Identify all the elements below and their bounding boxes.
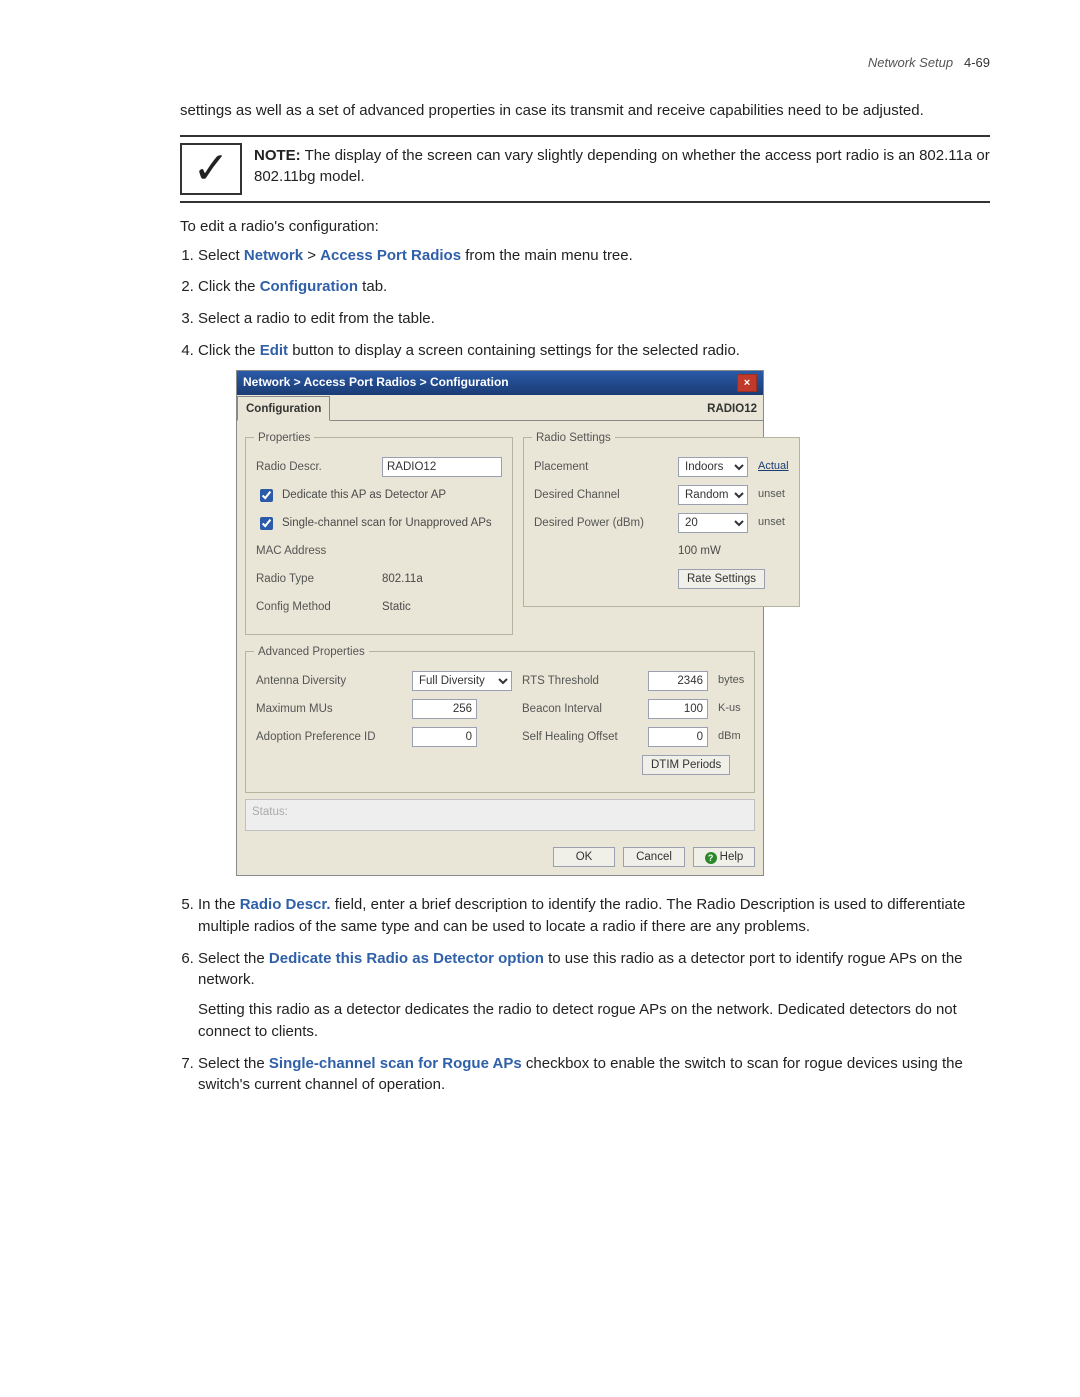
antenna-diversity-select[interactable]: Full Diversity <box>412 671 512 691</box>
note-body: The display of the screen can vary sligh… <box>254 147 990 185</box>
step-6: Select the Dedicate this Radio as Detect… <box>198 948 990 1043</box>
dedicate-checkbox[interactable] <box>260 489 273 502</box>
heal-unit: dBm <box>718 729 741 745</box>
beacon-interval-input[interactable] <box>648 699 708 719</box>
antenna-diversity-label: Antenna Diversity <box>256 673 406 690</box>
dedicate-label: Dedicate this AP as Detector AP <box>282 487 446 504</box>
status-label: Status: <box>252 806 288 818</box>
actual-link[interactable]: Actual <box>758 459 789 475</box>
desired-power-select[interactable]: 20 <box>678 513 748 533</box>
desired-channel-select[interactable]: Random <box>678 485 748 505</box>
adoption-pref-label: Adoption Preference ID <box>256 729 406 746</box>
cancel-button[interactable]: Cancel <box>623 847 685 867</box>
single-channel-ref: Single-channel scan for Rogue APs <box>269 1055 522 1072</box>
intro-text: settings as well as a set of advanced pr… <box>180 100 990 123</box>
properties-legend: Properties <box>254 430 314 447</box>
rts-threshold-label: RTS Threshold <box>522 673 642 690</box>
step-5: In the Radio Descr. field, enter a brief… <box>198 894 990 938</box>
channel-unset: unset <box>758 487 785 503</box>
tab-configuration[interactable]: Configuration <box>237 396 330 422</box>
single-channel-label: Single-channel scan for Unapproved APs <box>282 515 492 532</box>
desired-power-label: Desired Power (dBm) <box>534 515 672 532</box>
lead-text: To edit a radio's configuration: <box>180 218 990 235</box>
step-2: Click the Configuration tab. <box>198 276 990 298</box>
page-number: 4-69 <box>964 55 990 70</box>
config-dialog: Network > Access Port Radios > Configura… <box>236 370 764 877</box>
page-header: Network Setup 4-69 <box>180 55 990 70</box>
self-healing-label: Self Healing Offset <box>522 729 642 746</box>
note-label: NOTE: <box>254 147 301 164</box>
dialog-breadcrumb: Network > Access Port Radios > Configura… <box>243 374 509 391</box>
nav-network: Network <box>244 247 303 264</box>
step-6-body: Setting this radio as a detector dedicat… <box>198 999 990 1043</box>
radio-type-value: 802.11a <box>382 571 423 588</box>
help-icon: ? <box>705 852 717 864</box>
properties-group: Properties Radio Descr. Dedicate this AP… <box>245 437 513 635</box>
placement-label: Placement <box>534 459 672 476</box>
dtim-periods-button[interactable]: DTIM Periods <box>642 755 730 775</box>
max-mus-label: Maximum MUs <box>256 701 406 718</box>
advanced-properties-group: Advanced Properties Antenna Diversity Fu… <box>245 651 755 793</box>
beacon-interval-label: Beacon Interval <box>522 701 642 718</box>
radio-descr-input[interactable] <box>382 457 502 477</box>
ok-button[interactable]: OK <box>553 847 615 867</box>
max-mus-input[interactable] <box>412 699 477 719</box>
dialog-titlebar: Network > Access Port Radios > Configura… <box>237 371 763 395</box>
status-box: Status: <box>245 799 755 831</box>
step-7: Select the Single-channel scan for Rogue… <box>198 1053 990 1097</box>
nav-access-port-radios: Access Port Radios <box>320 247 461 264</box>
power-unset: unset <box>758 515 785 531</box>
section-name: Network Setup <box>868 55 953 70</box>
radio-descr-ref: Radio Descr. <box>240 896 331 913</box>
rts-unit: bytes <box>718 673 744 689</box>
adoption-pref-input[interactable] <box>412 727 477 747</box>
step-1: Select Network > Access Port Radios from… <box>198 245 990 267</box>
radio-descr-label: Radio Descr. <box>256 459 376 476</box>
desired-channel-label: Desired Channel <box>534 487 672 504</box>
close-icon[interactable]: × <box>737 374 757 392</box>
help-button[interactable]: ?Help <box>693 847 755 867</box>
note-callout: ✓ NOTE: The display of the screen can va… <box>180 135 990 203</box>
radio-type-label: Radio Type <box>256 571 376 588</box>
power-mw: 100 mW <box>678 543 721 560</box>
radio-settings-legend: Radio Settings <box>532 430 615 447</box>
step-4: Click the Edit button to display a scree… <box>198 340 990 876</box>
dedicate-option-ref: Dedicate this Radio as Detector option <box>269 950 544 967</box>
edit-button-ref: Edit <box>260 342 288 359</box>
mac-address-label: MAC Address <box>256 543 376 560</box>
rate-settings-button[interactable]: Rate Settings <box>678 569 765 589</box>
checkmark-icon: ✓ <box>180 143 242 195</box>
note-text: NOTE: The display of the screen can vary… <box>254 143 990 187</box>
radio-settings-group: Radio Settings Placement Indoors Actual <box>523 437 800 607</box>
self-healing-input[interactable] <box>648 727 708 747</box>
config-method-label: Config Method <box>256 599 376 616</box>
advanced-legend: Advanced Properties <box>254 644 369 661</box>
placement-select[interactable]: Indoors <box>678 457 748 477</box>
step-3: Select a radio to edit from the table. <box>198 308 990 330</box>
rts-threshold-input[interactable] <box>648 671 708 691</box>
config-method-value: Static <box>382 599 411 616</box>
single-channel-checkbox[interactable] <box>260 517 273 530</box>
radio-id: RADIO12 <box>707 397 757 418</box>
beacon-unit: K-us <box>718 701 741 717</box>
tab-configuration-ref: Configuration <box>260 278 358 295</box>
